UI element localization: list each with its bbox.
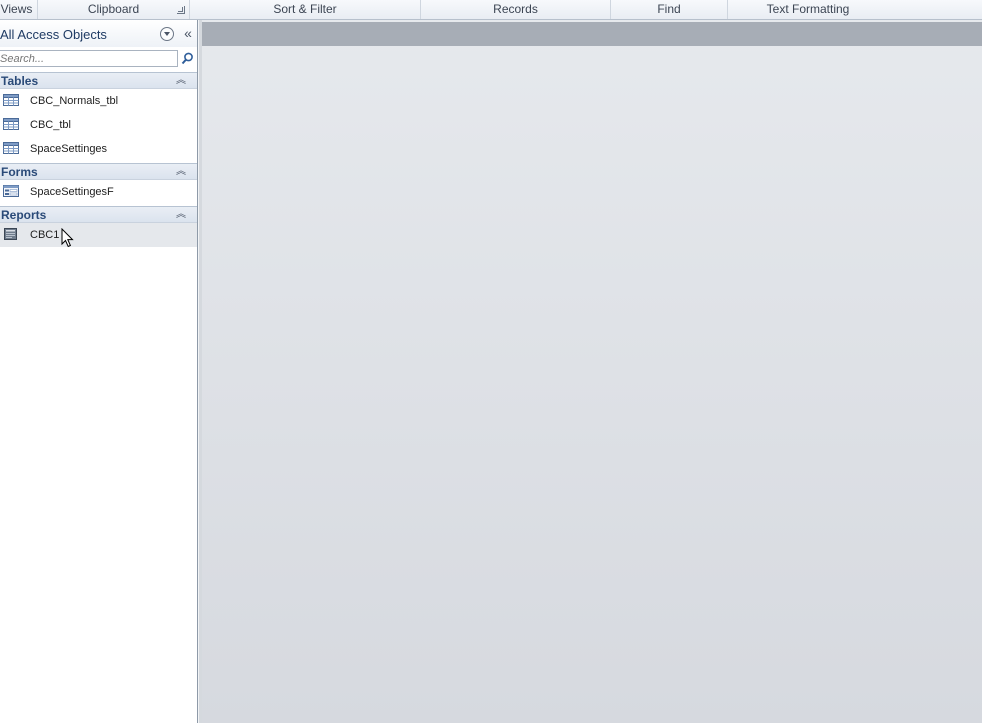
form-icon bbox=[3, 185, 19, 197]
navigation-pane: All Access Objects « Tables ︽ CBC_Normal… bbox=[0, 20, 198, 723]
ribbon-group-clipboard-label: Clipboard bbox=[87, 2, 140, 16]
navigation-search-box[interactable] bbox=[0, 50, 178, 67]
group-label-reports: Reports bbox=[1, 208, 47, 222]
clipboard-dialog-launcher-icon[interactable] bbox=[177, 6, 185, 14]
ribbon-group-labels: Views Clipboard Sort & Filter Records Fi… bbox=[0, 0, 982, 20]
table-icon bbox=[3, 142, 19, 154]
list-item-label: CBC_tbl bbox=[30, 119, 71, 131]
document-workspace bbox=[202, 20, 982, 723]
navigation-pane-title[interactable]: All Access Objects bbox=[0, 27, 107, 42]
shutter-bar-collapse-icon[interactable]: « bbox=[181, 25, 195, 41]
table-icon bbox=[3, 94, 19, 106]
navigation-pane-header[interactable]: All Access Objects « bbox=[0, 20, 197, 47]
group-label-forms: Forms bbox=[1, 165, 38, 179]
group-header-tables[interactable]: Tables ︽ bbox=[0, 72, 197, 89]
ribbon-group-views: Views bbox=[0, 0, 38, 19]
ribbon-group-records: Records bbox=[421, 0, 611, 19]
list-item-label: SpaceSettingesF bbox=[30, 186, 114, 198]
ribbon-group-clipboard: Clipboard bbox=[38, 0, 190, 19]
chevron-down-icon[interactable] bbox=[160, 27, 174, 41]
search-input[interactable] bbox=[0, 51, 175, 66]
list-item-report[interactable]: CBC1 bbox=[0, 223, 197, 247]
group-header-reports[interactable]: Reports ︽ bbox=[0, 206, 197, 223]
ribbon-group-find-label: Find bbox=[657, 2, 681, 16]
ribbon-group-text-formatting-label: Text Formatting bbox=[766, 2, 850, 16]
collapse-group-icon[interactable]: ︽ bbox=[174, 73, 188, 88]
document-tab-bar bbox=[202, 22, 982, 46]
ribbon-group-views-label: Views bbox=[0, 2, 33, 16]
report-icon bbox=[4, 228, 17, 240]
list-item-label: CBC1 bbox=[30, 229, 60, 241]
search-button[interactable] bbox=[179, 50, 197, 67]
list-item-label: SpaceSettinges bbox=[30, 143, 108, 155]
ribbon-group-sort-filter: Sort & Filter bbox=[190, 0, 421, 19]
list-item-table[interactable]: SpaceSettinges bbox=[0, 137, 197, 161]
table-icon bbox=[3, 118, 19, 130]
list-item-form[interactable]: SpaceSettingesF bbox=[0, 180, 197, 204]
ribbon-group-sort-filter-label: Sort & Filter bbox=[273, 2, 337, 16]
list-item-label: CBC_Normals_tbl bbox=[30, 95, 119, 107]
ribbon-group-records-label: Records bbox=[493, 2, 538, 16]
mouse-cursor-icon bbox=[61, 228, 74, 248]
group-label-tables: Tables bbox=[1, 74, 39, 88]
collapse-group-icon[interactable]: ︽ bbox=[174, 207, 188, 222]
list-item-table[interactable]: CBC_tbl bbox=[0, 113, 197, 137]
ribbon-group-text-formatting: Text Formatting bbox=[728, 0, 982, 19]
group-header-forms[interactable]: Forms ︽ bbox=[0, 163, 197, 180]
list-item-table[interactable]: CBC_Normals_tbl bbox=[0, 89, 197, 113]
collapse-group-icon[interactable]: ︽ bbox=[174, 164, 188, 179]
search-icon bbox=[181, 52, 193, 65]
ribbon-group-find: Find bbox=[611, 0, 728, 19]
